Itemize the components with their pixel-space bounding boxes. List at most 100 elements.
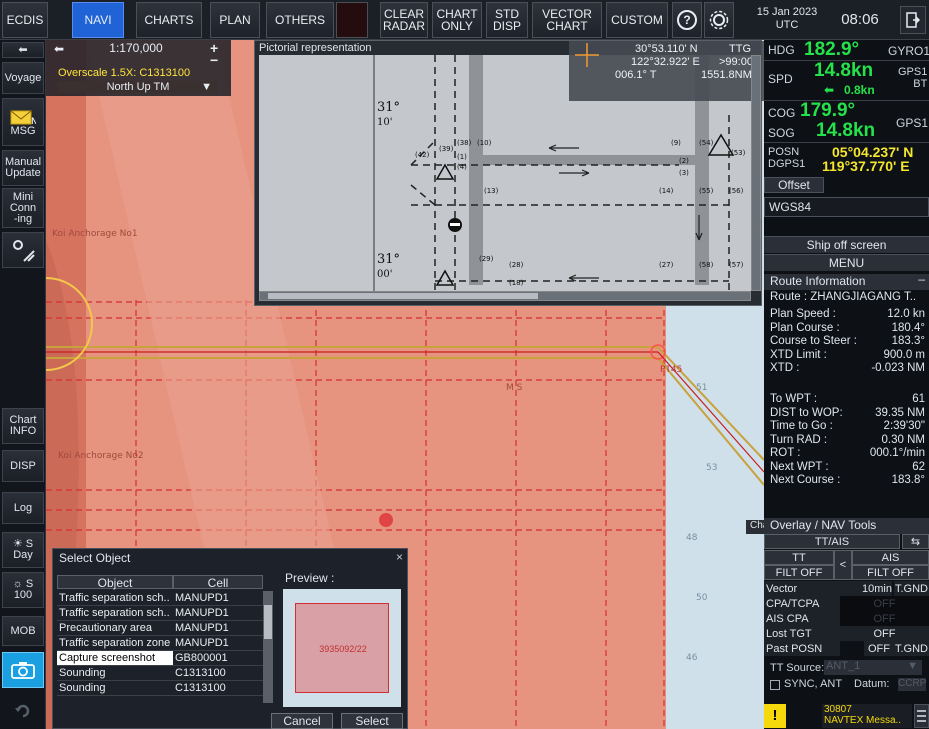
ais-filter-button[interactable]: FILT OFF	[852, 565, 929, 580]
object-row[interactable]: Capture screenshot GB800001	[57, 651, 265, 666]
vector-value[interactable]: 10min	[840, 581, 892, 596]
mini-conning-button[interactable]: Mini Conn -ing	[2, 188, 44, 228]
chevron-down-icon: ▼	[907, 660, 918, 672]
alert-icon[interactable]: !	[764, 704, 786, 728]
menu-button[interactable]: MENU	[764, 254, 929, 271]
select-button[interactable]: Select	[341, 713, 403, 729]
route-info-value: 2:39'30"	[883, 420, 925, 432]
tt-ais-toggle-arrow-icon[interactable]: <	[834, 550, 852, 580]
svg-text:(10): (10)	[477, 139, 492, 147]
msg-button[interactable]: N MSG	[2, 98, 44, 146]
tab-plan[interactable]: PLAN	[210, 2, 260, 38]
object-row[interactable]: Traffic separation zone MANUPD1	[57, 636, 265, 651]
cog-label: COG	[768, 106, 796, 120]
tab-navi[interactable]: NAVI	[72, 2, 124, 38]
object-row[interactable]: Precautionary area MANUPD1	[57, 621, 265, 636]
pictorial-window[interactable]: Pictorial representation 31° 10' 31° 00'	[254, 40, 765, 306]
datum-label: Datum:	[854, 678, 890, 690]
datum-field[interactable]: WGS84	[764, 197, 929, 217]
overlay-tools-title[interactable]: Overlay / NAV Tools	[764, 518, 929, 534]
alert-list-button[interactable]	[914, 704, 929, 728]
svg-text:PT45: PT45	[660, 365, 682, 375]
svg-text:(13): (13)	[484, 187, 499, 195]
route-info-value: 61	[912, 393, 925, 405]
screenshot-button[interactable]	[2, 652, 44, 688]
disp-button[interactable]: DISP	[2, 450, 44, 482]
chart-mini-label[interactable]: Chart ◻ ×	[746, 520, 764, 534]
sync-ant-checkbox[interactable]	[770, 680, 780, 690]
settings-button[interactable]	[704, 2, 734, 38]
tab-charts[interactable]: CHARTS	[136, 2, 202, 38]
tt-ais-tab[interactable]: TT/AIS	[764, 534, 900, 549]
col-cell-header: Cell	[173, 575, 263, 590]
manual-update-button[interactable]: Manual Update	[2, 150, 44, 186]
vector-mode[interactable]: T.GND	[894, 581, 929, 596]
custom-button[interactable]: CUSTOM	[606, 2, 668, 38]
object-row[interactable]: Sounding C1313100	[57, 681, 265, 696]
cancel-button[interactable]: Cancel	[271, 713, 333, 729]
object-cell: MANUPD1	[173, 606, 263, 621]
past-posn-value[interactable]: OFF	[864, 641, 894, 656]
undo-button[interactable]	[2, 696, 44, 726]
chart-only-button[interactable]: CHART ONLY	[432, 2, 482, 38]
tt-filter-button[interactable]: FILT OFF	[764, 565, 834, 580]
chart-mini-text: Chart	[750, 520, 764, 531]
object-row[interactable]: Sounding C1313100	[57, 666, 265, 681]
route-info-title[interactable]: Route Information ‒	[764, 272, 929, 290]
std-disp-button[interactable]: STD DISP	[486, 2, 528, 38]
hdg-source[interactable]: GYRO1	[888, 44, 929, 58]
lat-bottom: 31°	[377, 252, 400, 267]
ais-cpa-value[interactable]: OFF	[840, 611, 929, 626]
past-posn-mode[interactable]: T.GND	[894, 641, 929, 656]
object-table-scrollbar[interactable]	[263, 591, 273, 703]
svg-text:48: 48	[686, 533, 698, 543]
route-info-key: DIST to WOP:	[770, 406, 843, 419]
svg-text:(1): (1)	[457, 153, 467, 161]
scrollbar-thumb[interactable]	[264, 605, 272, 639]
lost-tgt-value[interactable]: OFF	[840, 626, 929, 641]
ecdis-menu-button[interactable]: ECDIS	[2, 2, 48, 38]
offset-button[interactable]: Offset	[764, 177, 824, 193]
clear-radar-button[interactable]: CLEAR RADAR	[380, 2, 428, 38]
pictorial-h-scrollbar[interactable]	[259, 291, 751, 301]
tt-source-select[interactable]: ANT_1 ▼	[824, 660, 922, 675]
exit-button[interactable]	[900, 6, 926, 34]
mob-button[interactable]: MOB	[2, 616, 44, 646]
chart-info-button[interactable]: Chart INFO	[2, 408, 44, 444]
datum-value[interactable]: CCRP	[898, 678, 926, 691]
spd-source[interactable]: GPS1 BT	[898, 66, 927, 90]
svg-text:(27): (27)	[659, 261, 674, 269]
select-object-dialog[interactable]: Select Object × Object Cell Traffic sepa…	[52, 548, 408, 729]
pictorial-v-scrollbar[interactable]	[751, 55, 761, 291]
cpa-tcpa-value[interactable]: OFF	[840, 596, 929, 611]
cursor-brg-row: 006.1° T 1551.8NM	[569, 69, 765, 82]
cursor-distance: 1551.8NM	[701, 69, 752, 81]
pan-left-icon[interactable]: ⬅	[54, 42, 64, 56]
cogsog-source[interactable]: GPS1	[896, 116, 928, 130]
voyage-button[interactable]: Voyage	[2, 62, 44, 94]
object-row[interactable]: Traffic separation sch.. MANUPD1	[57, 606, 265, 621]
pictorial-h-thumb[interactable]	[268, 293, 538, 299]
orientation-select[interactable]: North Up TM ▼	[58, 81, 218, 93]
tab-others[interactable]: OTHERS	[266, 2, 334, 38]
log-button[interactable]: Log	[2, 492, 44, 524]
vector-label: Vector	[764, 581, 840, 596]
cursor-lat: 30°53.110' N	[635, 43, 698, 55]
drift-value: 0.8kn	[844, 83, 875, 97]
object-name: Sounding	[57, 666, 173, 681]
chart-scale[interactable]: 1:170,000	[66, 41, 206, 55]
tools-button[interactable]	[2, 232, 44, 268]
back-button[interactable]: ⬅	[2, 42, 44, 58]
brightness-button[interactable]: ☼ S 100	[2, 572, 44, 608]
vector-chart-button[interactable]: VECTOR CHART	[532, 2, 602, 38]
help-button[interactable]: ?	[672, 2, 702, 38]
day-night-button[interactable]: ☀ S Day	[2, 532, 44, 568]
route-info-key: ROT :	[770, 447, 801, 459]
tab-scroll-arrows-icon[interactable]: ⇆	[902, 534, 929, 549]
object-row[interactable]: Traffic separation sch.. MANUPD1	[57, 591, 265, 606]
dialog-title: Select Object	[59, 551, 131, 565]
zoom-out-icon[interactable]: −	[210, 52, 218, 68]
close-icon[interactable]: ×	[396, 550, 403, 564]
alert-message[interactable]: 30807 NAVTEX Messa..	[822, 704, 912, 728]
ship-off-screen-button[interactable]: Ship off screen	[764, 236, 929, 253]
